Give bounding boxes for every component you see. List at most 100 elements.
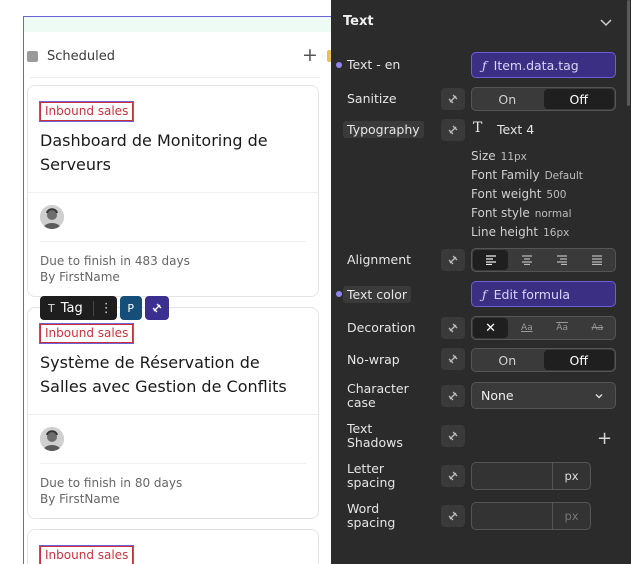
text-shadows-label: Text Shadows (347, 422, 403, 450)
word-spacing-label-line1: Word (347, 501, 380, 516)
line-value: 16px (543, 227, 570, 239)
edit-formula-button[interactable]: ƒ Edit formula (471, 281, 616, 307)
avatar (40, 427, 64, 451)
card-tag[interactable]: Inbound sales (38, 545, 135, 564)
formula-icon: ƒ (482, 57, 487, 73)
kanban-card[interactable]: Inbound sales Système de Réservation de … (27, 307, 319, 519)
due-text: Due to finish in 483 days (40, 254, 190, 268)
card-title: Système de Réservation de Salles avec Ge… (40, 353, 287, 396)
underline-label: Aa (521, 323, 533, 333)
weight-label: Font weight (471, 187, 542, 201)
align-right-icon[interactable] (545, 249, 580, 271)
element-label: Tag (60, 300, 83, 316)
parent-badge[interactable]: P (119, 296, 142, 320)
unbind-icon[interactable] (441, 425, 465, 447)
typo-style: Font style normal (471, 206, 572, 220)
typo-size: Size 11px (471, 149, 527, 163)
board-canvas: Scheduled + Inbound sales Dashboard de M… (0, 0, 331, 564)
author-text: By FirstName (40, 492, 120, 506)
typography-preset[interactable]: Text 4 (497, 122, 534, 137)
text-shadows-label-line1: Text (347, 421, 373, 436)
nowrap-label: No-wrap (347, 352, 400, 367)
unbind-icon[interactable] (144, 296, 169, 320)
style-value: normal (534, 208, 572, 220)
typography-label[interactable]: Typography (343, 121, 424, 138)
weight-value: 500 (546, 189, 567, 201)
no-decoration-icon[interactable]: ✕ (473, 318, 509, 338)
strikethrough-label: Aa (591, 323, 604, 333)
unbind-icon[interactable] (441, 119, 465, 141)
unbind-icon[interactable] (441, 385, 465, 407)
card-divider (28, 192, 318, 193)
kanban-card[interactable]: Inbound sales Dashboard de Monitoring de… (27, 85, 319, 297)
kanban-card[interactable]: Inbound sales (27, 529, 319, 564)
unbind-icon[interactable] (441, 348, 465, 370)
decoration-label: Decoration (347, 320, 416, 335)
card-divider (40, 463, 306, 464)
card-divider (40, 241, 306, 242)
family-label: Font Family (471, 168, 540, 182)
property-panel: Text Text - en ƒ Item.data.tag Sanitize O… (331, 0, 631, 564)
text-color-label[interactable]: Text color (343, 286, 412, 303)
underline-option[interactable]: Aa (509, 317, 544, 339)
chevron-down-icon[interactable] (598, 14, 614, 30)
letter-spacing-label: Letter spacing (347, 462, 395, 490)
overline-label: Aa (556, 323, 568, 333)
word-spacing-label-line2: spacing (347, 515, 396, 530)
text-label: Text - en (347, 57, 401, 72)
chevron-down-icon (595, 394, 603, 399)
decoration-group: ✕ Aa Aa Aa (471, 316, 616, 340)
character-case-label-line1: Character (347, 381, 409, 396)
unit-selector[interactable]: px (552, 463, 590, 489)
nowrap-toggle[interactable]: On Off (471, 348, 616, 372)
letter-spacing-label-line1: Letter (347, 461, 385, 476)
unbind-icon[interactable] (441, 317, 465, 339)
text-type-icon: T (48, 301, 55, 315)
formula-value: Item.data.tag (493, 57, 579, 73)
unbind-icon[interactable] (441, 249, 465, 271)
typography-icon: T (473, 120, 483, 136)
size-value: 11px (500, 151, 527, 163)
toggle-off[interactable]: Off (543, 89, 614, 109)
toggle-on[interactable]: On (472, 349, 543, 371)
letter-spacing-label-line2: spacing (347, 475, 396, 490)
sanitize-label: Sanitize (347, 91, 397, 106)
unbind-icon[interactable] (441, 505, 465, 527)
toggle-off[interactable]: Off (543, 350, 614, 370)
text-shadows-label-line2: Shadows (347, 435, 403, 450)
more-options-icon[interactable]: ⋮ (92, 300, 113, 316)
toggle-on[interactable]: On (472, 88, 543, 110)
character-case-value: None (481, 388, 514, 403)
letter-spacing-input[interactable]: px (471, 462, 591, 490)
due-text: Due to finish in 80 days (40, 476, 183, 490)
line-label: Line height (471, 225, 539, 239)
typo-family: Font Family Default (471, 168, 583, 182)
align-left-icon[interactable] (473, 250, 509, 270)
card-tag[interactable]: Inbound sales (38, 101, 135, 122)
unbind-icon[interactable] (441, 465, 465, 487)
word-spacing-input[interactable]: px (471, 502, 591, 530)
sanitize-toggle[interactable]: On Off (471, 87, 616, 111)
add-shadow-button[interactable]: + (597, 428, 612, 449)
add-card-button[interactable]: + (300, 45, 320, 65)
overline-option[interactable]: Aa (545, 317, 580, 339)
family-value: Default (544, 170, 583, 182)
alignment-group (471, 248, 616, 272)
panel-title: Text (343, 14, 374, 29)
unbind-icon[interactable] (441, 88, 465, 110)
character-case-select[interactable]: None (471, 382, 616, 409)
unit-selector[interactable]: px (552, 503, 590, 529)
character-case-label: Character case (347, 382, 409, 410)
panel-scrollbar[interactable] (627, 0, 630, 106)
status-color-square (27, 50, 38, 62)
column-header: Scheduled + (24, 40, 331, 72)
align-center-icon[interactable] (509, 249, 544, 271)
column-top-strip (24, 17, 331, 32)
card-tag[interactable]: Inbound sales (38, 323, 135, 344)
author-text: By FirstName (40, 270, 120, 284)
text-formula-button[interactable]: ƒ Item.data.tag (471, 52, 616, 78)
align-justify-icon[interactable] (580, 249, 615, 271)
alignment-label: Alignment (347, 252, 412, 267)
element-selector[interactable]: T Tag ⋮ (40, 296, 117, 320)
strikethrough-option[interactable]: Aa (580, 317, 615, 339)
